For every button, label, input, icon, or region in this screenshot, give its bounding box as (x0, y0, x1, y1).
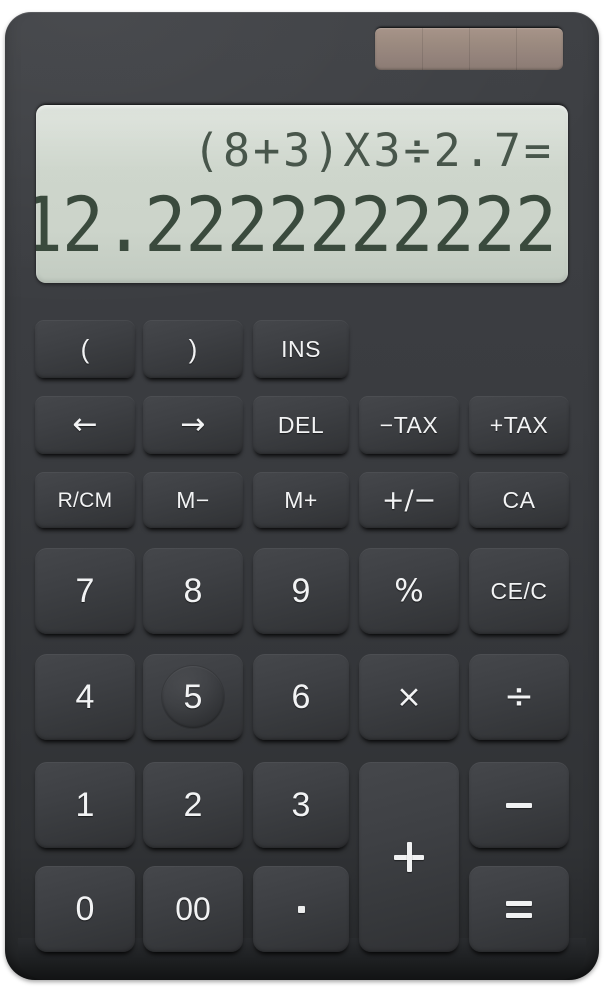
lcd-display: (8+3)X3÷2.7= 12.2222222222 (36, 105, 568, 283)
key-label: 3 (291, 786, 311, 824)
key-digit-6[interactable]: 6 (253, 654, 349, 740)
key-plus-tax[interactable]: +TAX (469, 396, 569, 454)
key-plus[interactable] (359, 762, 459, 952)
key-minus-tax[interactable]: −TAX (359, 396, 459, 454)
arrow-left-icon: ← (72, 407, 98, 442)
key-label: 4 (75, 678, 95, 716)
key-label: +/− (381, 484, 437, 516)
key-decimal-point[interactable] (253, 866, 349, 952)
key-del[interactable]: DEL (253, 396, 349, 454)
key-label: INS (281, 335, 321, 362)
key-digit-7[interactable]: 7 (35, 548, 135, 634)
lcd-expression-line: (8+3)X3÷2.7= (192, 123, 554, 177)
key-arrow-right[interactable]: → (143, 396, 243, 454)
key-label: % (394, 572, 424, 609)
key-label: ( (80, 334, 90, 364)
key-label: 8 (183, 572, 203, 610)
key-digit-8[interactable]: 8 (143, 548, 243, 634)
key-digit-9[interactable]: 9 (253, 548, 349, 634)
solar-panel (375, 28, 563, 70)
key-label: × (396, 678, 422, 715)
key-label: 9 (291, 572, 311, 610)
key-digit-2[interactable]: 2 (143, 762, 243, 848)
key-label: 7 (75, 572, 95, 610)
key-label (506, 900, 532, 918)
key-label: 0 (75, 890, 95, 928)
key-digit-0[interactable]: 0 (35, 866, 135, 952)
solar-cell-divider (422, 28, 423, 70)
key-label: M+ (284, 486, 318, 513)
key-label: ÷ (503, 676, 535, 717)
key-ins[interactable]: INS (253, 320, 349, 378)
key-label (506, 802, 532, 808)
key-digit-4[interactable]: 4 (35, 654, 135, 740)
key-memory-minus[interactable]: M− (143, 472, 243, 528)
key-divide[interactable]: ÷ (469, 654, 569, 740)
decimal-point-glyph (297, 905, 305, 913)
key-plus-minus[interactable]: +/− (359, 472, 459, 528)
key-rcm[interactable]: R/CM (35, 472, 135, 528)
key-digit-5[interactable]: 5 (143, 654, 243, 740)
key-equals[interactable] (469, 866, 569, 952)
key-label: +TAX (489, 411, 549, 438)
key-multiply[interactable]: × (359, 654, 459, 740)
plus-glyph (394, 842, 424, 872)
key-memory-plus[interactable]: M+ (253, 472, 349, 528)
key-close-paren[interactable]: ) (143, 320, 243, 378)
key-arrow-left[interactable]: ← (35, 396, 135, 454)
key-label: ) (188, 334, 198, 364)
key-minus[interactable] (469, 762, 569, 848)
arrow-right-icon: → (180, 407, 206, 442)
key-clear-entry[interactable]: CE/C (469, 548, 569, 634)
key-digit-3[interactable]: 3 (253, 762, 349, 848)
key-label: R/CM (57, 488, 113, 512)
key-label: CE/C (490, 577, 548, 604)
key-label: 5 (183, 678, 203, 716)
key-percent[interactable]: % (359, 548, 459, 634)
key-label (394, 842, 424, 872)
key-double-zero[interactable]: 00 (143, 866, 243, 952)
lcd-result-line: 12.2222222222 (36, 180, 557, 269)
minus-glyph (506, 802, 532, 808)
calculator-device: (8+3)X3÷2.7= 12.2222222222 ( ) INS ← → D… (0, 0, 604, 1000)
key-label: CA (502, 486, 536, 513)
key-ca[interactable]: CA (469, 472, 569, 528)
key-label: 2 (183, 786, 203, 824)
key-label: M− (176, 486, 210, 513)
key-digit-1[interactable]: 1 (35, 762, 135, 848)
key-label: −TAX (379, 411, 439, 438)
key-open-paren[interactable]: ( (35, 320, 135, 378)
key-label: 00 (175, 891, 211, 927)
key-label: 6 (291, 678, 311, 716)
key-label: DEL (277, 411, 325, 438)
equals-glyph (506, 900, 532, 918)
key-label: 1 (75, 786, 95, 824)
solar-cell-divider (469, 28, 470, 70)
key-label (297, 905, 305, 913)
solar-cell-divider (516, 28, 517, 70)
